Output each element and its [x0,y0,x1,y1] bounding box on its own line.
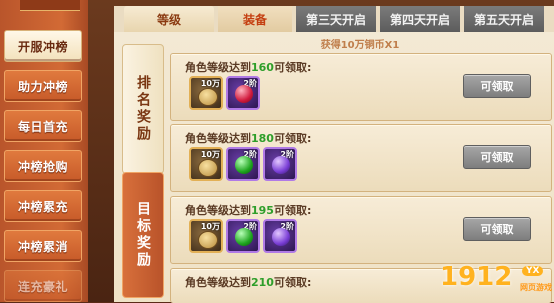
sidebar-item-assist-rank[interactable]: 助力冲榜 [4,70,82,102]
tab-level[interactable]: 等级 [124,6,214,32]
coin-icon [198,88,218,106]
tab-target-rewards[interactable]: 目标奖励 [122,172,164,298]
sidebar-item-daily-first-recharge[interactable]: 每日首充 [4,110,82,142]
condition-prefix: 角色等级达到 [185,61,251,74]
card-condition: 角色等级达到160可领取: [185,59,311,75]
red-orb-icon [235,85,253,103]
copper-coin-item[interactable]: 10万 [189,76,223,110]
tab-day-three[interactable]: 第三天开启 [296,6,376,32]
condition-level: 180 [251,132,274,145]
card-condition: 角色等级达到210可领取: [185,274,311,290]
violet-orb-icon [272,228,290,246]
coin-icon [198,231,218,249]
reward-card: 角色等级达到160可领取: 10万 2阶 可领取 [170,53,552,121]
tab-rank-rewards[interactable]: 排名奖励 [122,44,164,174]
violet-orb-icon [272,156,290,174]
sidebar-item-opening-rank[interactable]: 开服冲榜 [4,30,82,62]
watermark-subtitle: 网页游戏 [520,283,552,292]
claim-button[interactable]: 可领取 [463,217,531,241]
reward-items: 10万 2阶 [189,76,260,110]
site-watermark: 1912 YX 网页游戏 [440,262,552,298]
condition-prefix: 角色等级达到 [185,204,251,217]
tab-target-rewards-label: 目标奖励 [135,201,151,269]
reward-items: 10万 2阶 2阶 [189,219,297,253]
tab-equipment[interactable]: 装备 [218,6,292,32]
green-orb-item[interactable]: 2阶 [226,147,260,181]
watermark-badge: YX [522,266,544,276]
card-condition: 角色等级达到195可领取: [185,202,311,218]
watermark-number: 1912 [440,262,513,292]
violet-orb-item[interactable]: 2阶 [263,147,297,181]
reward-card: 角色等级达到195可领取: 10万 2阶 2阶 可领取 [170,196,552,264]
condition-suffix: 可领取: [273,276,312,289]
green-orb-icon [235,156,253,174]
tab-day-four[interactable]: 第四天开启 [380,6,460,32]
condition-level: 195 [251,204,274,217]
copper-coin-item[interactable]: 10万 [189,147,223,181]
condition-prefix: 角色等级达到 [185,276,251,289]
sidebar-item-consecutive-recharge[interactable]: 连充豪礼 [4,270,82,302]
event-sidebar: 开服冲榜 助力冲榜 每日首充 冲榜抢购 冲榜累充 冲榜累消 连充豪礼 [0,0,88,302]
condition-suffix: 可领取: [273,61,312,74]
reward-card: 角色等级达到180可领取: 10万 2阶 2阶 可领取 [170,124,552,192]
claim-button[interactable]: 可领取 [463,74,531,98]
red-orb-item[interactable]: 2阶 [226,76,260,110]
violet-orb-item[interactable]: 2阶 [263,219,297,253]
coin-icon [198,159,218,177]
sidebar-top-ornament [20,0,80,11]
card-condition: 角色等级达到180可领取: [185,130,311,146]
green-orb-icon [235,228,253,246]
reward-items: 10万 2阶 2阶 [189,147,297,181]
sidebar-item-rank-cumulative-spend[interactable]: 冲榜累消 [4,230,82,262]
category-tabs: 等级 装备 第三天开启 第四天开启 第五天开启 [114,6,554,32]
claim-button[interactable]: 可领取 [463,145,531,169]
tab-rank-rewards-label: 排名奖励 [135,75,151,143]
condition-suffix: 可领取: [273,204,312,217]
sidebar-item-rank-cumulative-recharge[interactable]: 冲榜累充 [4,190,82,222]
condition-level: 210 [251,276,274,289]
condition-suffix: 可领取: [273,132,312,145]
reward-notice: 获得10万铜币X1 [320,40,400,51]
tab-day-five[interactable]: 第五天开启 [464,6,544,32]
condition-level: 160 [251,61,274,74]
green-orb-item[interactable]: 2阶 [226,219,260,253]
copper-coin-item[interactable]: 10万 [189,219,223,253]
sidebar-item-rank-flash-sale[interactable]: 冲榜抢购 [4,150,82,182]
condition-prefix: 角色等级达到 [185,132,251,145]
